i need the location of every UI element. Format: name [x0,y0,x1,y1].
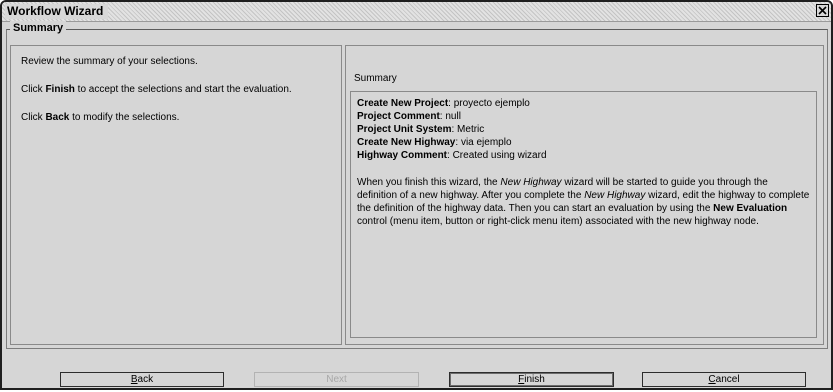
cancel-button[interactable]: Cancel [642,372,806,387]
workflow-wizard-window: Workflow Wizard Summary Review the summa… [0,0,833,390]
back-button[interactable]: Back [60,372,224,387]
summary-panel: Summary Create New Project: proyecto eje… [345,45,824,345]
close-button[interactable] [816,4,829,17]
finish-button[interactable]: Finish [449,372,614,387]
summary-item-project-comment: Project Comment: null [357,111,461,122]
group-legend: Summary [10,21,67,35]
instruction-finish: Click Finish to accept the selections an… [21,84,292,95]
summary-group: Summary Review the summary of your selec… [6,21,828,349]
finish-keyword: Finish [45,84,75,95]
instruction-review: Review the summary of your selections. [21,56,198,67]
summary-item-unit-system: Project Unit System: Metric [357,124,485,135]
summary-item-highway-comment: Highway Comment: Created using wizard [357,150,547,161]
summary-header: Summary [354,73,397,84]
instruction-back: Click Back to modify the selections. [21,112,180,123]
back-keyword: Back [45,112,70,123]
close-icon [818,6,827,15]
summary-item-highway: Create New Highway: via ejemplo [357,137,512,148]
summary-description: When you finish this wizard, the New Hig… [357,177,810,227]
summary-text-area[interactable]: Create New Project: proyecto ejemplo Pro… [350,91,817,338]
title-bar[interactable]: Workflow Wizard [2,2,831,22]
window-title: Workflow Wizard [5,4,109,19]
next-button[interactable]: Next [254,372,419,387]
summary-item-project: Create New Project: proyecto ejemplo [357,98,530,109]
instructions-panel: Review the summary of your selections. C… [10,45,342,345]
